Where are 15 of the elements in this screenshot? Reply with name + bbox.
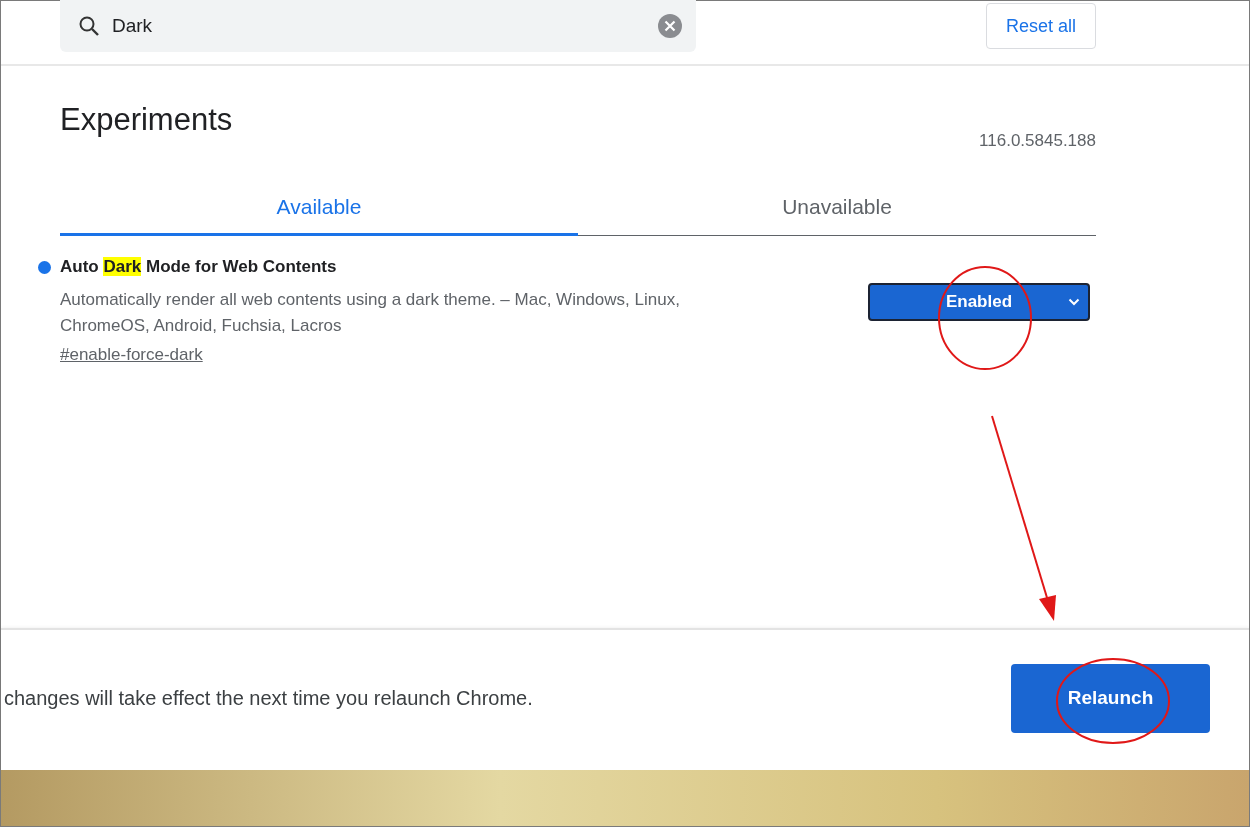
experiment-title: Auto Dark Mode for Web Contents xyxy=(60,256,337,278)
clear-icon[interactable] xyxy=(658,14,682,38)
experiment-description: Automatically render all web contents using a dark theme. – Mac, Windows, Linux, ChromeOS, Android, Fuchsia, Lacros xyxy=(60,289,681,337)
tab[interactable]: Unavailable xyxy=(578,180,1096,236)
version-number: 116.0.5845.188 xyxy=(979,131,1096,151)
state-dropdown[interactable]: Enabled xyxy=(868,283,1090,321)
reset-all-button[interactable]: Reset all xyxy=(986,3,1096,49)
tab[interactable]: Available xyxy=(60,180,578,236)
relaunch-message: changes will take effect the next time you relaunch Chrome. xyxy=(4,686,533,710)
relaunch-button[interactable]: Relaunch xyxy=(1011,663,1210,733)
experiment-link[interactable]: #enable-force-dark xyxy=(60,345,203,365)
page-title: Experiments xyxy=(60,101,233,139)
search-field[interactable]: Dark xyxy=(60,0,696,52)
chevron-icon xyxy=(1068,298,1080,306)
search-icon xyxy=(78,15,100,37)
